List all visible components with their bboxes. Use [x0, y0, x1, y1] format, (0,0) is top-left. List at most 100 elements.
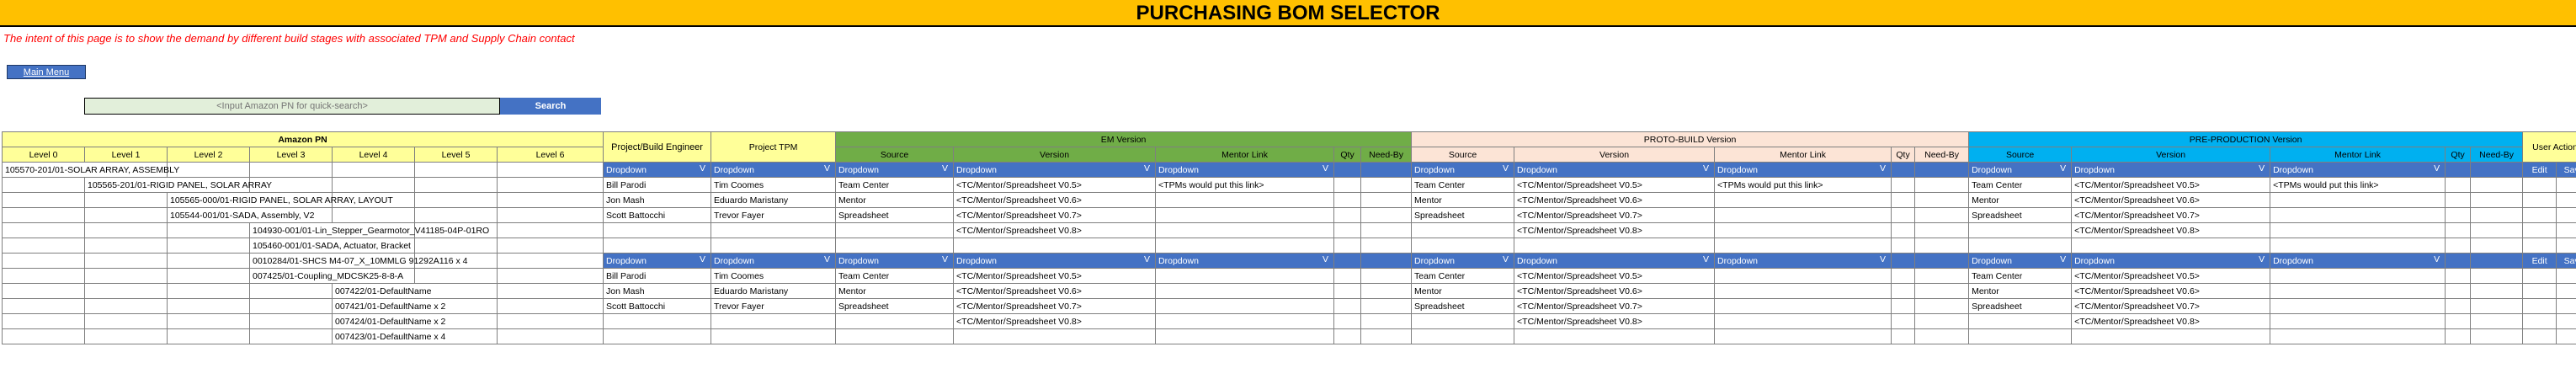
preprod-qty-cell[interactable] [2445, 298, 2472, 314]
proto-needby-cell[interactable] [1914, 192, 1970, 208]
engineer-cell[interactable]: Jon Mash [603, 283, 712, 299]
em-source-cell[interactable]: Team Center [835, 268, 955, 284]
engineer-cell[interactable]: Jon Mash [603, 192, 712, 208]
em-qty-cell[interactable] [1333, 268, 1362, 284]
proto-source-cell[interactable]: Mentor [1411, 283, 1515, 299]
action-cell[interactable] [2522, 177, 2557, 193]
action-cell[interactable] [2556, 283, 2576, 299]
proto-qty-cell[interactable] [1891, 162, 1916, 178]
em-qty-cell[interactable] [1333, 328, 1362, 344]
preprod-needby-cell[interactable] [2470, 222, 2524, 238]
em-source-dropdown[interactable]: Dropdown V [835, 253, 955, 269]
engineer-cell[interactable]: Scott Battocchi [603, 298, 712, 314]
preprod-mentor-cell[interactable] [2270, 328, 2446, 344]
bom-row[interactable]: 105565-000/01-RIGID PANEL, SOLAR ARRAY, … [2, 192, 2576, 208]
action-cell[interactable] [2556, 298, 2576, 314]
proto-version-cell[interactable]: <TC/Mentor/Spreadsheet V0.5> [1514, 268, 1716, 284]
tpm-dropdown[interactable]: Dropdown V [711, 162, 837, 178]
preprod-source-cell[interactable]: Spreadsheet [1968, 298, 2073, 314]
em-needby-cell[interactable] [1360, 192, 1413, 208]
action-cell[interactable] [2522, 298, 2557, 314]
preprod-version-cell[interactable]: <TC/Mentor/Spreadsheet V0.5> [2071, 268, 2271, 284]
em-source-cell[interactable]: Mentor [835, 283, 955, 299]
proto-version-cell[interactable] [1514, 328, 1716, 344]
engineer-cell[interactable]: Bill Parodi [603, 268, 712, 284]
proto-source-dropdown[interactable]: Dropdown V [1411, 162, 1515, 178]
search-button[interactable]: Search [500, 98, 601, 115]
em-version-cell[interactable]: <TC/Mentor/Spreadsheet V0.7> [953, 298, 1157, 314]
em-mentor-cell[interactable] [1155, 298, 1335, 314]
proto-qty-cell[interactable] [1891, 328, 1916, 344]
proto-mentor-cell[interactable] [1714, 192, 1892, 208]
em-mentor-cell[interactable] [1155, 222, 1335, 238]
proto-qty-cell[interactable] [1891, 207, 1916, 223]
preprod-qty-cell[interactable] [2445, 328, 2472, 344]
em-mentor-cell[interactable]: <TPMs would put this link> [1155, 177, 1335, 193]
em-qty-cell[interactable] [1333, 222, 1362, 238]
tpm-cell[interactable]: Trevor Fayer [711, 207, 837, 223]
preprod-source-cell[interactable]: Mentor [1968, 192, 2073, 208]
tpm-cell[interactable] [711, 222, 837, 238]
preprod-source-cell[interactable]: Mentor [1968, 283, 2073, 299]
preprod-needby-cell[interactable] [2470, 298, 2524, 314]
em-version-cell[interactable]: <TC/Mentor/Spreadsheet V0.5> [953, 177, 1157, 193]
em-mentor-cell[interactable] [1155, 268, 1335, 284]
action-cell[interactable] [2522, 238, 2557, 254]
proto-needby-cell[interactable] [1914, 253, 1970, 269]
preprod-needby-cell[interactable] [2470, 177, 2524, 193]
proto-source-cell[interactable] [1411, 222, 1515, 238]
proto-needby-cell[interactable] [1914, 328, 1970, 344]
proto-version-cell[interactable]: <TC/Mentor/Spreadsheet V0.8> [1514, 222, 1716, 238]
main-menu-button[interactable]: Main Menu [7, 65, 86, 79]
em-needby-cell[interactable] [1360, 207, 1413, 223]
em-version-cell[interactable] [953, 238, 1157, 254]
em-source-cell[interactable] [835, 222, 955, 238]
action-cell[interactable] [2556, 268, 2576, 284]
save-button[interactable]: Save [2556, 162, 2576, 178]
proto-mentor-cell[interactable] [1714, 207, 1892, 223]
proto-qty-cell[interactable] [1891, 313, 1916, 329]
proto-version-cell[interactable]: <TC/Mentor/Spreadsheet V0.6> [1514, 192, 1716, 208]
engineer-cell[interactable] [603, 328, 712, 344]
proto-needby-cell[interactable] [1914, 177, 1970, 193]
preprod-needby-cell[interactable] [2470, 268, 2524, 284]
action-cell[interactable] [2556, 177, 2576, 193]
em-needby-cell[interactable] [1360, 298, 1413, 314]
preprod-source-cell[interactable]: Team Center [1968, 177, 2073, 193]
em-qty-cell[interactable] [1333, 192, 1362, 208]
proto-qty-cell[interactable] [1891, 268, 1916, 284]
preprod-mentor-cell[interactable] [2270, 238, 2446, 254]
action-cell[interactable] [2556, 192, 2576, 208]
action-cell[interactable] [2522, 207, 2557, 223]
action-cell[interactable] [2556, 328, 2576, 344]
proto-mentor-cell[interactable] [1714, 222, 1892, 238]
proto-mentor-cell[interactable]: <TPMs would put this link> [1714, 177, 1892, 193]
action-cell[interactable] [2522, 283, 2557, 299]
proto-qty-cell[interactable] [1891, 222, 1916, 238]
proto-needby-cell[interactable] [1914, 313, 1970, 329]
preprod-qty-cell[interactable] [2445, 238, 2472, 254]
action-cell[interactable] [2522, 192, 2557, 208]
em-mentor-cell[interactable] [1155, 313, 1335, 329]
proto-version-dropdown[interactable]: Dropdown V [1514, 253, 1716, 269]
bom-row[interactable]: 0010284/01-SHCS M4-07_X_10MMLG 91292A116… [2, 253, 2576, 269]
action-cell[interactable] [2556, 238, 2576, 254]
proto-needby-cell[interactable] [1914, 207, 1970, 223]
preprod-mentor-cell[interactable] [2270, 313, 2446, 329]
preprod-needby-cell[interactable] [2470, 238, 2524, 254]
engineer-cell[interactable] [603, 238, 712, 254]
em-source-cell[interactable] [835, 328, 955, 344]
engineer-dropdown[interactable]: Dropdown V [603, 162, 712, 178]
preprod-mentor-cell[interactable] [2270, 222, 2446, 238]
proto-needby-cell[interactable] [1914, 283, 1970, 299]
proto-version-cell[interactable]: <TC/Mentor/Spreadsheet V0.7> [1514, 298, 1716, 314]
preprod-qty-cell[interactable] [2445, 177, 2472, 193]
em-mentor-dropdown[interactable]: Dropdown V [1155, 253, 1335, 269]
preprod-version-cell[interactable]: <TC/Mentor/Spreadsheet V0.7> [2071, 298, 2271, 314]
em-mentor-cell[interactable] [1155, 328, 1335, 344]
preprod-mentor-cell[interactable] [2270, 192, 2446, 208]
preprod-mentor-cell[interactable] [2270, 268, 2446, 284]
proto-needby-cell[interactable] [1914, 222, 1970, 238]
em-version-cell[interactable]: <TC/Mentor/Spreadsheet V0.7> [953, 207, 1157, 223]
em-source-dropdown[interactable]: Dropdown V [835, 162, 955, 178]
